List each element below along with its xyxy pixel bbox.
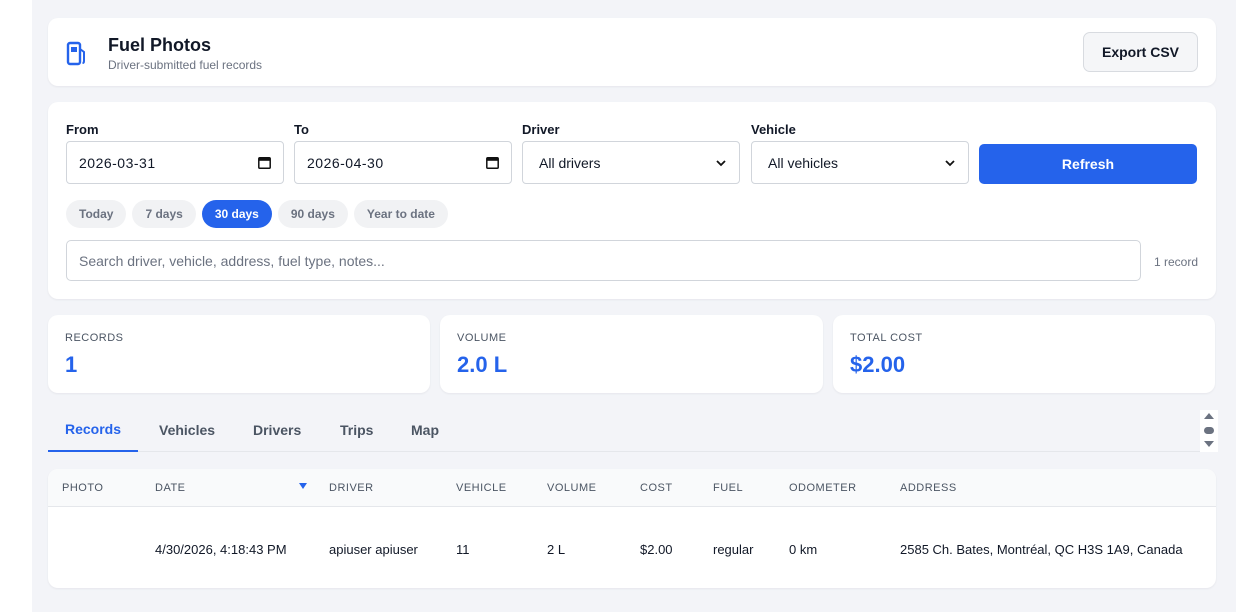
record-count: 1 record [1153, 255, 1198, 269]
stat-card-volume: VOLUME 2.0 L [440, 315, 823, 393]
to-date-value: 2026-04-30 [307, 154, 384, 171]
date-range-chips: Today 7 days 30 days 90 days Year to dat… [66, 200, 448, 228]
cell-address: 2585 Ch. Bates, Montréal, QC H3S 1A9, Ca… [900, 542, 1183, 557]
to-date-input[interactable]: 2026-04-30 [294, 141, 512, 184]
column-header-volume[interactable]: VOLUME [547, 482, 596, 494]
range-chip-30-days[interactable]: 30 days [201, 200, 272, 228]
range-chip-today[interactable]: Today [66, 200, 127, 228]
tab-drivers[interactable]: Drivers [236, 408, 318, 451]
stat-card-records: RECORDS 1 [48, 315, 430, 393]
cell-date: 4/30/2026, 4:18:43 PM [155, 542, 287, 557]
range-chip-90-days[interactable]: 90 days [277, 200, 348, 228]
column-header-address[interactable]: ADDRESS [900, 482, 957, 494]
fuel-pump-icon [66, 41, 85, 66]
stat-label: TOTAL COST [850, 332, 923, 344]
records-table: PHOTO DATE DRIVER VEHICLE VOLUME COST FU… [48, 469, 1216, 588]
cell-vehicle: 11 [456, 542, 470, 557]
cell-volume: 2 L [547, 542, 566, 557]
stat-card-total-cost: TOTAL COST $2.00 [833, 315, 1215, 393]
stat-value: 2.0 L [457, 352, 508, 377]
page-subtitle: Driver-submitted fuel records [108, 58, 263, 72]
vehicle-select[interactable]: All vehicles [751, 141, 969, 184]
driver-label: Driver [522, 122, 560, 137]
stat-label: RECORDS [65, 332, 124, 344]
tab-vehicles[interactable]: Vehicles [142, 408, 232, 451]
vehicle-label: Vehicle [751, 122, 796, 137]
range-chip-7-days[interactable]: 7 days [132, 200, 196, 228]
stat-value: 1 [65, 352, 78, 377]
to-label: To [294, 122, 309, 137]
vehicle-select-value: All vehicles [768, 154, 839, 171]
column-header-vehicle[interactable]: VEHICLE [456, 482, 507, 494]
page-header: Fuel Photos Driver-submitted fuel record… [48, 18, 1216, 86]
range-chip-year-to-date[interactable]: Year to date [353, 200, 448, 228]
tab-records[interactable]: Records [48, 408, 139, 452]
filter-panel: From 2026-03-31 To 2026-04-30 Driver All… [48, 102, 1216, 299]
column-header-odometer[interactable]: ODOMETER [789, 482, 857, 494]
cell-odometer: 0 km [789, 542, 818, 557]
stat-value: $2.00 [850, 352, 906, 377]
refresh-button[interactable]: Refresh [979, 144, 1197, 184]
chevron-down-icon [945, 159, 955, 166]
chevron-down-icon [716, 159, 726, 166]
cell-cost: $2.00 [640, 542, 673, 557]
table-header: PHOTO DATE DRIVER VEHICLE VOLUME COST FU… [48, 469, 1216, 507]
driver-select-value: All drivers [539, 154, 601, 171]
column-header-driver[interactable]: DRIVER [329, 482, 374, 494]
tab-scroll-control[interactable] [1200, 410, 1218, 452]
export-csv-button[interactable]: Export CSV [1083, 32, 1198, 72]
sort-descending-icon[interactable] [299, 483, 307, 489]
calendar-icon[interactable] [486, 156, 499, 169]
cell-driver: apiuser apiuser [329, 542, 418, 557]
column-header-fuel[interactable]: FUEL [713, 482, 743, 494]
from-date-value: 2026-03-31 [79, 154, 156, 171]
driver-select[interactable]: All drivers [522, 141, 740, 184]
page-title: Fuel Photos [108, 35, 211, 55]
tab-trips[interactable]: Trips [323, 408, 390, 451]
from-date-input[interactable]: 2026-03-31 [66, 141, 284, 184]
tab-map[interactable]: Map [394, 408, 456, 451]
cell-fuel: regular [713, 542, 754, 557]
search-input[interactable]: Search driver, vehicle, address, fuel ty… [66, 240, 1141, 281]
tab-bar: Records Vehicles Drivers Trips Map [48, 408, 1216, 452]
column-header-date[interactable]: DATE [155, 482, 186, 494]
column-header-photo[interactable]: PHOTO [62, 482, 103, 494]
from-label: From [66, 122, 99, 137]
calendar-icon[interactable] [258, 156, 271, 169]
column-header-cost[interactable]: COST [640, 482, 673, 494]
stat-label: VOLUME [457, 332, 507, 344]
